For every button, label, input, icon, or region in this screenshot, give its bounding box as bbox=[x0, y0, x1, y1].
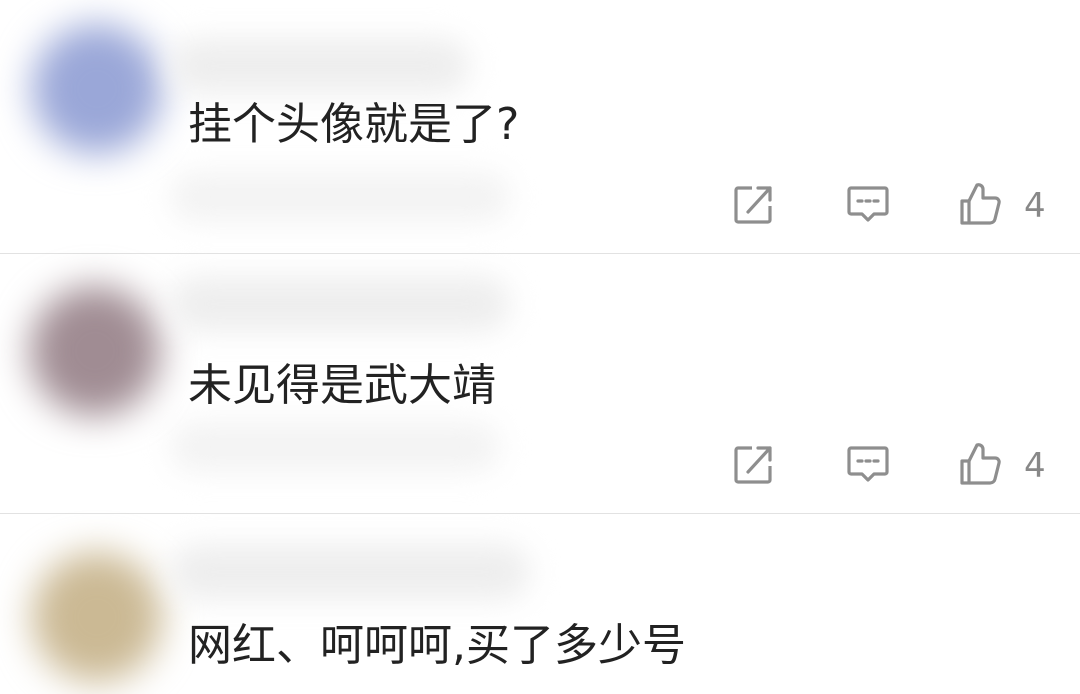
username-blurred[interactable] bbox=[170, 544, 530, 600]
avatar[interactable] bbox=[30, 286, 160, 416]
comment-text: 挂个头像就是了? bbox=[188, 99, 520, 150]
reply-icon[interactable] bbox=[846, 442, 890, 486]
comment-item: 网红、呵呵呵,买了多少号 bbox=[0, 514, 1080, 694]
like-count: 4 bbox=[1024, 186, 1046, 226]
comment-text: 网红、呵呵呵,买了多少号 bbox=[188, 620, 686, 671]
comment-text: 未见得是武大靖 bbox=[188, 360, 496, 411]
meta-blurred bbox=[170, 422, 500, 472]
share-icon[interactable] bbox=[732, 442, 776, 486]
like-count: 4 bbox=[1024, 446, 1046, 486]
avatar[interactable] bbox=[32, 552, 162, 682]
comment-item: 未见得是武大靖 4 bbox=[0, 254, 1080, 514]
comment-actions: 4 bbox=[720, 180, 1080, 230]
username-blurred[interactable] bbox=[170, 276, 510, 332]
avatar[interactable] bbox=[32, 24, 162, 154]
reply-icon[interactable] bbox=[846, 182, 890, 226]
username-blurred[interactable] bbox=[170, 38, 470, 94]
share-icon[interactable] bbox=[732, 182, 776, 226]
comment-item: 挂个头像就是了? 4 bbox=[0, 0, 1080, 254]
comment-actions: 4 bbox=[720, 440, 1080, 490]
thumbs-up-icon[interactable] bbox=[958, 442, 1002, 486]
thumbs-up-icon[interactable] bbox=[958, 182, 1002, 226]
meta-blurred bbox=[170, 172, 510, 222]
